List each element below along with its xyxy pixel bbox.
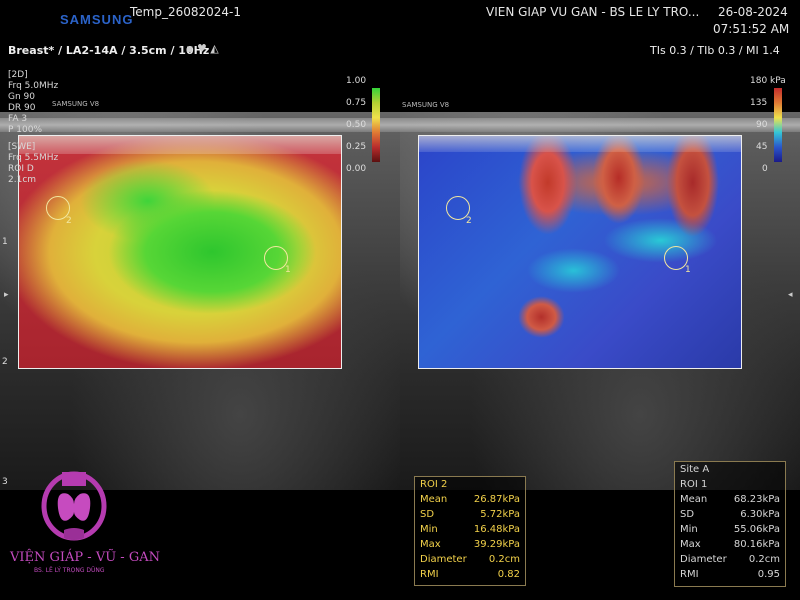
roi-label-1-right: 1 [685,265,691,275]
strain-scale-025: 0.25 [346,142,367,152]
depth-mark-1: 1 [2,237,8,247]
stiffness-scale-0: 0 [762,164,768,174]
roi2-measurement-panel: ROI 2 Mean 26.87kPa SD 5.72kPa Min 16.48kPa… [414,476,526,586]
patient-id: Temp_26082024-1 [130,5,242,19]
clinic-doctor: BS. LÊ LÝ TRỌNG DŨNG [34,567,105,574]
strain-scale-050: 0.50 [346,120,367,130]
roi1-measurement-panel: Site A ROI 1 Mean 68.23kPa SD 6.30kPa Min 5… [674,461,786,587]
stiffness-scale-max: 180 kPa [750,76,786,86]
exam-date: 26-08-2024 [718,5,788,19]
watermark-right: SAMSUNG V8 [402,101,450,109]
stiffness-scale-90: 90 [756,120,768,130]
strain-color-bar [372,88,380,162]
focus-marker-left: ▸ [4,290,9,300]
brand-logo-text: SAMSUNG [60,12,134,27]
strain-scale-075: 0.75 [346,98,367,108]
depth-mark-3: 3 [2,477,8,487]
elastography-roi-left[interactable] [18,135,342,369]
focus-marker-right: ◂ [788,290,793,300]
stiffness-color-bar [774,88,782,162]
stiffness-scale-135: 135 [750,98,768,108]
roi-label-2-right: 2 [466,216,472,226]
roi-label-1-left: 1 [285,265,291,275]
shear-wave-roi-right[interactable] [418,135,742,369]
strain-scale-min: 0.00 [346,164,367,174]
params-2d: [2D] Frq 5.0MHz Gn 90 DR 90 FA 3 P 100% [8,70,59,135]
mode-icons: ▪ ♥ ◭ [186,42,219,55]
clinic-name: VIỆN GIÁP - VŨ - GAN [10,550,160,565]
thermal-index: TIs 0.3 / TIb 0.3 / MI 1.4 [650,44,780,57]
stiffness-scale-45: 45 [756,142,768,152]
institution-name: VIEN GIAP VU GAN - BS LE LY TRO... [486,5,700,19]
depth-mark-2: 2 [2,357,8,367]
strain-scale-max: 1.00 [346,76,367,86]
thyroid-logo-icon [41,471,107,541]
clinic-logo [34,468,114,548]
roi1-title: ROI 1 [680,479,708,490]
exam-time: 07:51:52 AM [713,22,790,36]
roi1-site: Site A [680,464,710,475]
watermark-left: SAMSUNG V8 [52,100,100,108]
preset-info: Breast* / LA2-14A / 3.5cm / 10Hz [8,44,210,57]
roi-label-2-left: 2 [66,216,72,226]
params-swe: [SWE] Frq 5.5MHz ROI D 2.1cm [8,142,59,185]
roi2-title: ROI 2 [420,479,448,490]
